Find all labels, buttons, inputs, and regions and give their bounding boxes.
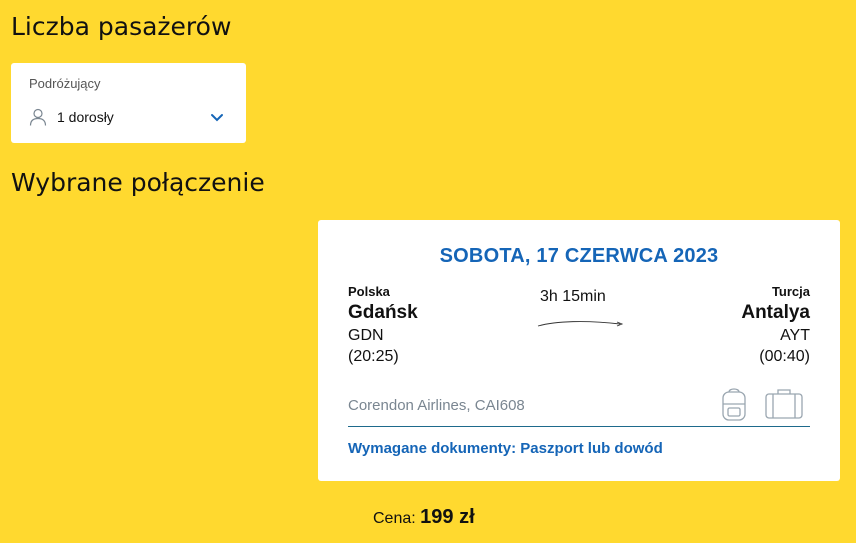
- flight-duration: 3h 15min: [540, 288, 606, 305]
- passengers-title: Liczba pasażerów: [11, 12, 232, 41]
- origin: Polska Gdańsk GDN (20:25): [348, 284, 418, 366]
- passengers-value-row[interactable]: 1 dorosły: [29, 108, 114, 126]
- price-label: Cena:: [373, 510, 416, 527]
- selected-connection-title: Wybrane połączenie: [11, 168, 265, 197]
- origin-city: Gdańsk: [348, 302, 418, 323]
- destination-city: Antalya: [741, 302, 810, 323]
- destination-time: (00:40): [759, 348, 810, 365]
- required-documents: Wymagane dokumenty: Paszport lub dowód: [348, 440, 663, 457]
- destination-code: AYT: [780, 327, 810, 344]
- destination: Turcja Antalya AYT (00:40): [741, 284, 810, 366]
- passengers-selector[interactable]: Podróżujący 1 dorosły: [11, 63, 246, 143]
- airline-info: Corendon Airlines, CAI608: [348, 397, 525, 414]
- person-icon: [29, 108, 47, 126]
- origin-code: GDN: [348, 327, 384, 344]
- origin-time: (20:25): [348, 348, 399, 365]
- destination-country: Turcja: [771, 284, 810, 299]
- backpack-icon: [722, 388, 746, 421]
- chevron-down-icon[interactable]: [210, 113, 224, 123]
- flight-date: SOBOTA, 17 CZERWCA 2023: [439, 245, 719, 267]
- divider: [348, 426, 810, 427]
- price-amount: 199 zł: [420, 506, 475, 528]
- origin-country: Polska: [348, 284, 390, 299]
- suitcase-icon: [765, 389, 803, 419]
- passengers-value: 1 dorosły: [57, 109, 114, 125]
- passengers-label: Podróżujący: [29, 76, 101, 91]
- price: Cena: 199 zł: [373, 506, 475, 529]
- route-arrow-icon: [537, 321, 624, 327]
- flight-card: SOBOTA, 17 CZERWCA 2023 Polska Gdańsk GD…: [318, 220, 840, 481]
